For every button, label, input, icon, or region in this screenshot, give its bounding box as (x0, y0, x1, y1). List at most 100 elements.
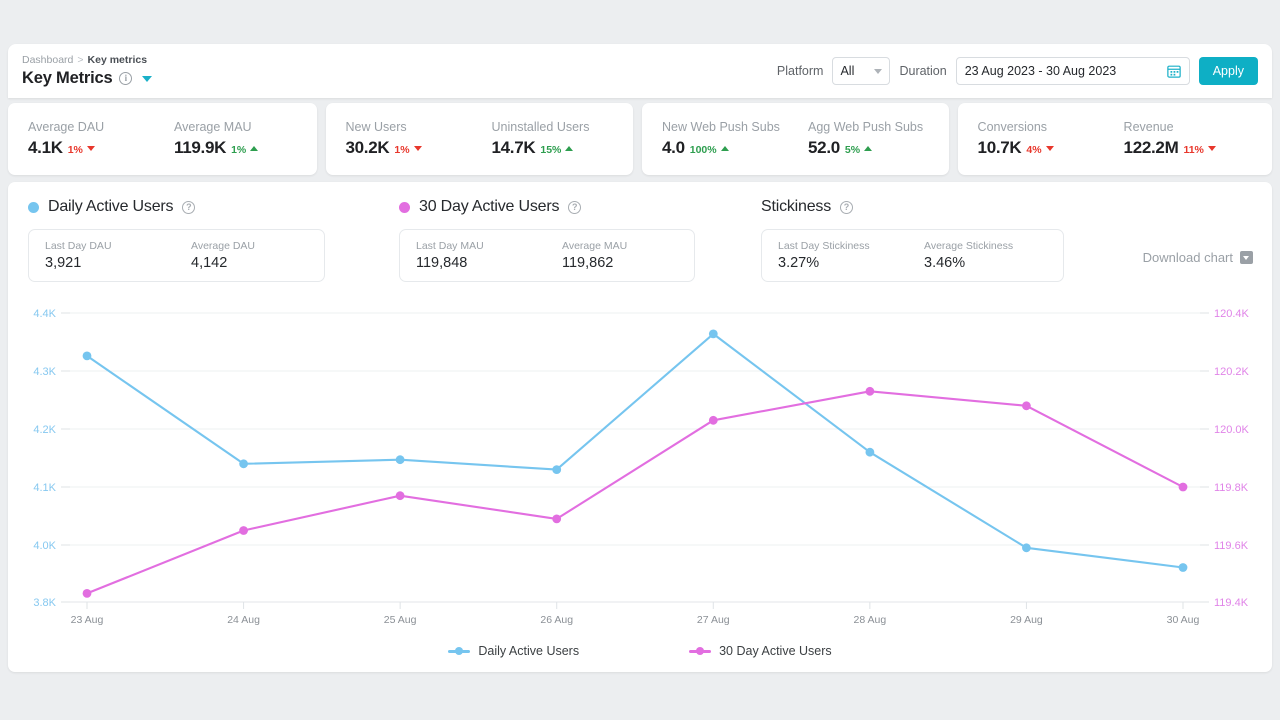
metric-summary-row: Daily Active Users ? Last Day DAU 3,921 … (8, 196, 1272, 282)
arrow-down-icon (1207, 145, 1216, 151)
kpi-metric: New Web Push Subs 4.0 100% (662, 120, 780, 158)
kpi-value-row: 122.2M 11% (1124, 138, 1216, 158)
kpi-label: Average MAU (174, 120, 252, 134)
duration-input[interactable]: 23 Aug 2023 - 30 Aug 2023 (955, 57, 1190, 85)
kpi-value-row: 4.1K 1% (28, 138, 146, 158)
platform-select[interactable]: All (832, 57, 891, 85)
legend-label: 30 Day Active Users (719, 644, 832, 658)
kpi-value: 14.7K (491, 138, 536, 157)
kpi-label: Average DAU (28, 120, 105, 134)
metric-group-title: Daily Active Users (48, 198, 174, 215)
stat-value: 3.27% (778, 255, 820, 271)
arrow-up-icon (565, 145, 574, 151)
metric-group-header: Stickiness ? (761, 196, 1064, 218)
kpi-value-row: 4.0 100% (662, 138, 780, 158)
calendar-icon[interactable] (1166, 64, 1181, 78)
kpi-metric: Revenue 122.2M 11% (1124, 120, 1216, 158)
breadcrumb: Dashboard > Key metrics (22, 54, 152, 66)
arrow-up-icon (250, 145, 259, 151)
kpi-value-row: 52.0 5% (808, 138, 923, 158)
legend-item-mau[interactable]: 30 Day Active Users (689, 644, 832, 658)
kpi-label: Uninstalled Users (491, 120, 590, 134)
kpi-card: New Users 30.2K 1% Uninstalled Users 14.… (325, 103, 634, 175)
help-circle-icon[interactable]: ? (182, 200, 196, 214)
kpi-metric: New Users 30.2K 1% (346, 120, 464, 158)
kpi-card-row: Average DAU 4.1K 1% Average MAU 119.9K 1… (8, 103, 1272, 175)
chevron-down-icon[interactable] (142, 75, 153, 82)
kpi-value: 52.0 (808, 138, 840, 157)
arrow-up-icon (720, 145, 729, 151)
kpi-metric: Uninstalled Users 14.7K 15% (492, 120, 590, 158)
info-circle-icon[interactable]: i (119, 72, 133, 85)
stat-value: 3.46% (924, 255, 966, 271)
legend-marker (689, 647, 712, 656)
legend-marker (448, 647, 471, 656)
metric-group-title: Stickiness (761, 198, 832, 215)
metric-group-title: 30 Day Active Users (419, 198, 560, 215)
page-title: Key Metrics (22, 69, 113, 87)
chevron-down-icon (874, 68, 883, 74)
download-chart-button[interactable]: Download chart (1143, 250, 1253, 265)
arrow-down-icon (413, 145, 422, 151)
svg-text:28 Aug: 28 Aug (854, 614, 887, 626)
help-circle-icon[interactable]: ? (568, 200, 582, 214)
kpi-value: 122.2M (1123, 138, 1179, 157)
metric-group-dau: Daily Active Users ? Last Day DAU 3,921 … (28, 196, 325, 282)
duration-label: Duration (899, 64, 947, 78)
chart-panel: Daily Active Users ? Last Day DAU 3,921 … (8, 182, 1272, 672)
metric-stat-box: Last Day Stickiness 3.27% Average Sticki… (761, 229, 1064, 282)
series-color-dot (399, 201, 410, 213)
stat-label: Last Day DAU (45, 240, 112, 252)
kpi-value-row: 10.7K 4% (978, 138, 1096, 158)
breadcrumb-root[interactable]: Dashboard (22, 54, 73, 66)
svg-text:119.4K: 119.4K (1214, 597, 1249, 609)
kpi-metric: Average DAU 4.1K 1% (28, 120, 146, 158)
kpi-label: Agg Web Push Subs (808, 120, 924, 134)
svg-text:4.1K: 4.1K (33, 482, 56, 494)
kpi-value-row: 30.2K 1% (346, 138, 464, 158)
kpi-value: 4.0 (662, 138, 685, 157)
stat: Last Day Stickiness 3.27% (778, 240, 890, 271)
arrow-down-icon (86, 145, 95, 151)
metric-stat-box: Last Day MAU 119,848 Average MAU 119,862 (399, 229, 695, 282)
duration-value: 23 Aug 2023 - 30 Aug 2023 (964, 64, 1117, 78)
svg-text:24 Aug: 24 Aug (227, 614, 260, 626)
breadcrumb-current: Key metrics (87, 54, 148, 66)
kpi-delta: 1% (231, 144, 247, 156)
kpi-delta: 15% (540, 144, 562, 156)
header-controls: Platform All Duration 23 Aug 2023 - 30 A… (777, 57, 1258, 85)
stat-value: 4,142 (191, 255, 228, 271)
kpi-metric: Average MAU 119.9K 1% (174, 120, 259, 158)
kpi-metric: Conversions 10.7K 4% (978, 120, 1096, 158)
svg-text:120.0K: 120.0K (1214, 424, 1250, 436)
svg-text:120.2K: 120.2K (1214, 366, 1250, 378)
svg-text:3.8K: 3.8K (33, 597, 56, 609)
svg-text:26 Aug: 26 Aug (540, 614, 573, 626)
apply-button[interactable]: Apply (1198, 57, 1258, 85)
stat: Average Stickiness 3.46% (924, 240, 1013, 271)
stat-label: Last Day Stickiness (778, 240, 870, 252)
kpi-label: Conversions (977, 120, 1048, 134)
title-row: Key Metrics i (22, 69, 153, 88)
chart-legend: Daily Active Users 30 Day Active Users (8, 644, 1272, 658)
stat-label: Average MAU (562, 240, 628, 252)
kpi-value: 30.2K (345, 138, 390, 157)
header-titles: Dashboard > Key metrics Key Metrics i (22, 54, 153, 88)
stat-value: 3,921 (45, 255, 82, 271)
arrow-up-icon (864, 145, 873, 151)
breadcrumb-separator: > (77, 54, 84, 66)
kpi-card: Average DAU 4.1K 1% Average MAU 119.9K 1… (8, 103, 317, 175)
kpi-label: New Web Push Subs (662, 120, 780, 134)
metric-group-stickiness: Stickiness ? Last Day Stickiness 3.27% A… (761, 196, 1064, 282)
kpi-delta: 1% (394, 144, 410, 156)
help-circle-icon[interactable]: ? (840, 200, 854, 214)
legend-item-dau[interactable]: Daily Active Users (448, 644, 579, 658)
svg-text:120.4K: 120.4K (1214, 308, 1250, 320)
kpi-delta: 4% (1026, 144, 1042, 156)
dashboard-page: Dashboard > Key metrics Key Metrics i Pl… (0, 0, 1280, 720)
svg-text:119.6K: 119.6K (1214, 540, 1249, 552)
series-color-dot (28, 201, 39, 213)
kpi-value: 4.1K (28, 138, 63, 157)
stat: Last Day DAU 3,921 (45, 240, 157, 271)
svg-text:4.3K: 4.3K (33, 366, 56, 378)
